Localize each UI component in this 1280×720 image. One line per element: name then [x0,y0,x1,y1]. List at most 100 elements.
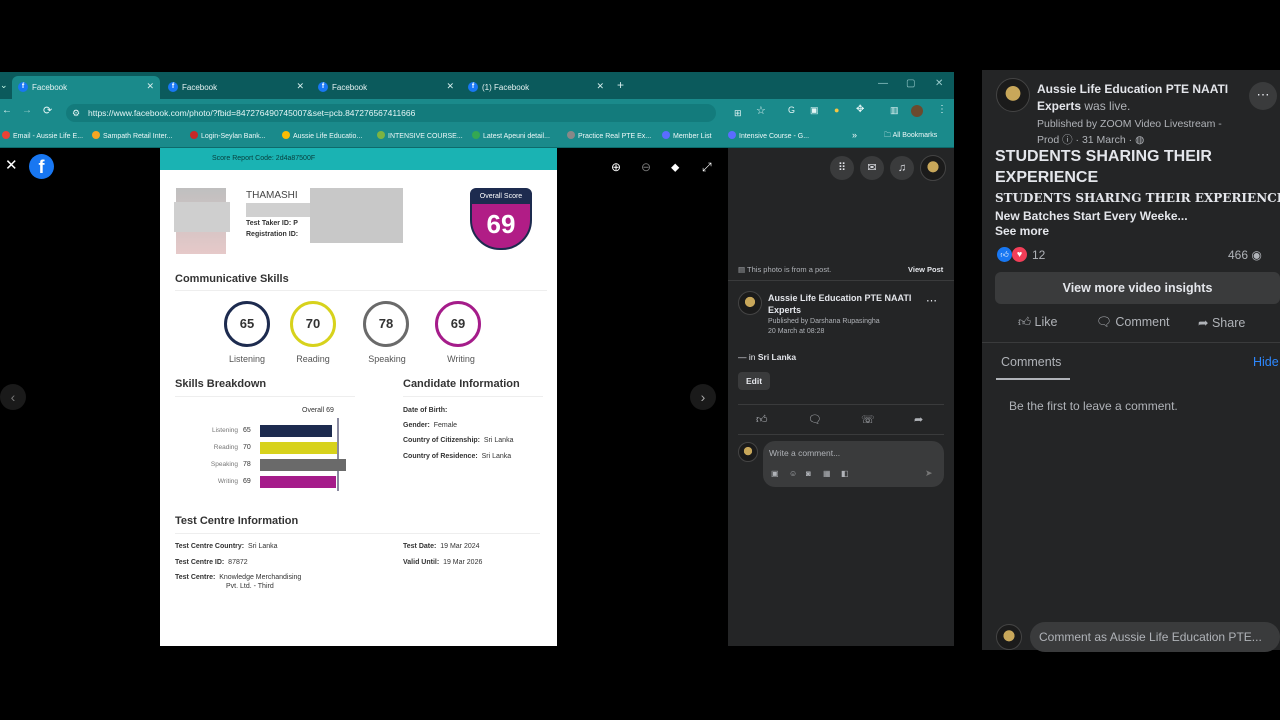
post-details-panel: ⠿ ✉ ♫ ▤ This photo is from a post. View … [728,148,954,646]
close-tab-icon[interactable]: ✕ [296,81,304,92]
like-button[interactable]: 👍︎ Like [1018,315,1057,330]
back-icon[interactable]: ← [2,105,12,116]
fullscreen-icon[interactable]: ⤢ [702,160,712,175]
comment-icon[interactable]: 🗨︎ [808,413,822,426]
page-avatar[interactable] [738,291,762,315]
bookmark-item[interactable]: INTENSIVE COURSE... [377,131,463,140]
facebook-logo-icon[interactable]: f [29,154,54,179]
new-tab-icon[interactable]: + [617,78,624,92]
centre-id-field: Test Centre ID: 87872 [175,559,248,566]
bookmark-item[interactable]: Practice Real PTE Ex... [567,131,651,140]
writing-score-circle: 69 [435,301,481,347]
from-post-text: This photo is from a post. [747,265,832,274]
extension-icon[interactable]: ▣ [810,105,819,116]
tab-4[interactable]: f (1) Facebook ✕ [462,76,610,99]
reaction-count[interactable]: 12 [1032,248,1045,262]
location-name[interactable]: Sri Lanka [758,352,796,362]
view-post-link[interactable]: View Post [908,265,943,274]
video-title: STUDENTS SHARING THEIR [995,148,1212,165]
menu-kebab-icon[interactable]: ⋮ [937,104,947,115]
minimize-icon[interactable]: — [878,78,888,89]
view-insights-button[interactable]: View more video insights [995,272,1280,304]
close-tab-icon[interactable]: ✕ [446,81,454,92]
site-info-icon[interactable]: ⚙ [72,104,80,122]
close-window-icon[interactable]: ✕ [935,78,943,89]
comment-input[interactable]: Write a comment... ▣ ☺ ◙ ▦ ◧ ➤ [763,441,944,487]
divider [403,396,543,397]
sidebar-icon[interactable]: ▥ [890,105,899,116]
tab-1[interactable]: f Facebook ✕ [12,76,160,99]
sticker-square-icon[interactable]: ◧ [841,469,849,478]
hide-link[interactable]: Hide [1253,355,1279,369]
reading-label: Reading [296,354,330,364]
previous-photo-icon[interactable]: ‹ [0,384,26,410]
edit-button[interactable]: Edit [738,372,770,390]
share-icon[interactable]: ➦ [914,413,923,426]
see-more-link[interactable]: See more [995,224,1049,238]
more-options-icon[interactable]: ⋯ [1249,82,1277,110]
gif-icon[interactable]: ▦ [823,469,831,478]
like-label: Like [1034,315,1058,329]
tab-2[interactable]: f Facebook ✕ [162,76,310,99]
like-icon[interactable]: 👍︎ [756,413,768,426]
close-icon[interactable]: ✕ [5,156,18,174]
reload-icon[interactable]: ⟳ [43,104,52,117]
video-description: STUDENTS SHARING THEIR EXPERIENCE [995,191,1280,205]
close-tab-icon[interactable]: ✕ [596,81,604,92]
sticker-icon[interactable]: ▣ [771,469,779,478]
profile-avatar[interactable] [911,105,923,117]
breakdown-bar-listening [260,425,332,437]
share-button[interactable]: ➦ Share [1198,315,1245,330]
page-name[interactable]: Aussie Life Education PTE NAATI [1037,82,1228,96]
url-field[interactable]: ⚙ https://www.facebook.com/photo/?fbid=8… [66,104,742,122]
extension-g-icon[interactable]: G [788,105,795,115]
bookmark-star-icon[interactable]: ☆ [756,104,766,117]
send-icon[interactable]: ➤ [925,468,933,479]
comment-as-input[interactable]: Comment as Aussie Life Education PTE... [1030,622,1280,652]
all-bookmarks-label: All Bookmarks [892,132,938,139]
page-name[interactable]: Aussie Life Education PTE NAATI [768,293,911,303]
next-photo-icon[interactable]: › [690,384,716,410]
camera-icon[interactable]: ◙ [806,469,811,478]
bookmark-item[interactable]: Login-Seylan Bank... [190,131,266,140]
post-date[interactable]: 20 March at 08:28 [768,328,824,335]
view-count: 466 ◉ [1228,248,1262,262]
page-name-line2-text[interactable]: Experts [1037,99,1081,113]
zoom-out-icon[interactable]: ⊖ [641,160,651,174]
bookmark-item[interactable]: Aussie Life Educatio... [282,131,362,140]
tag-icon[interactable]: ⬥ [671,160,679,175]
facebook-favicon-icon: f [168,82,178,92]
bookmark-item[interactable]: Latest Apeuni detail... [472,131,550,140]
tab-3[interactable]: f Facebook ✕ [312,76,460,99]
residence-field: Country of Residence: Sri Lanka [403,453,512,460]
maximize-icon[interactable]: ▢ [906,78,915,89]
more-options-icon[interactable]: ⋯ [926,294,937,307]
post-date[interactable]: · 31 March · [1076,134,1133,146]
zoom-in-icon[interactable]: ⊕ [611,160,621,174]
bookmark-label: Aussie Life Educatio... [293,133,363,140]
puzzle-icon[interactable]: ✥ [856,104,864,115]
bookmark-item[interactable]: Intensive Course - G... [728,131,809,140]
install-icon[interactable]: ⊞ [734,104,742,122]
bookmark-item[interactable]: Email - Aussie Life E... [2,131,83,140]
forward-icon[interactable]: → [22,105,32,116]
page-name-line2[interactable]: Experts [768,305,801,315]
bookmark-item[interactable]: Sampath Retail Inter... [92,131,172,140]
close-tab-icon[interactable]: ✕ [146,81,154,92]
more-bookmarks-icon[interactable]: » [852,130,857,140]
messenger-icon[interactable]: ✉ [860,156,884,180]
comment-button[interactable]: 🗨︎ Comment [1096,315,1170,330]
emoji-icon[interactable]: ☺ [789,469,797,478]
whatsapp-icon[interactable]: ☏ [861,413,875,426]
extension-icon[interactable]: ● [834,105,839,115]
notifications-bell-icon[interactable]: ♫ [890,156,914,180]
divider [175,533,540,534]
bookmark-item[interactable]: Member List [662,131,712,140]
empty-comments-message: Be the first to leave a comment. [1009,399,1178,413]
tab-comments[interactable]: Comments [1001,355,1061,369]
all-bookmarks[interactable]: 🗀 All Bookmarks [884,131,937,142]
profile-avatar[interactable] [920,155,946,181]
tab-search-icon[interactable]: ⌄ [0,80,8,91]
page-avatar[interactable] [996,78,1030,112]
menu-grid-icon[interactable]: ⠿ [830,156,854,180]
